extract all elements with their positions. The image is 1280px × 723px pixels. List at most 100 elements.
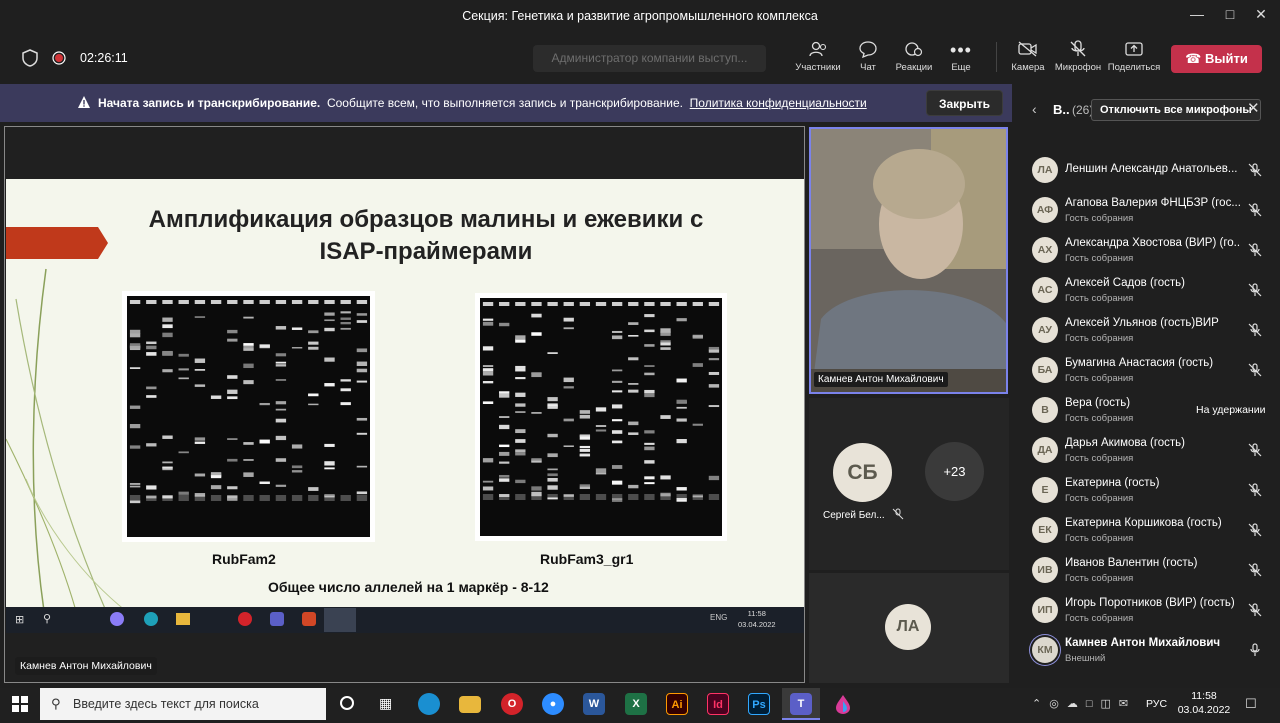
slide-title-line2: ISAP-праймерами <box>319 238 533 265</box>
word-icon[interactable]: W <box>583 693 605 715</box>
close-banner-button[interactable]: Закрыть <box>926 90 1003 116</box>
more-label: Еще <box>951 62 971 73</box>
explorer-icon[interactable] <box>459 696 481 713</box>
people-icon <box>791 40 845 60</box>
toolbar-divider <box>996 42 997 72</box>
presenter-name-tag: Камнев Антон Михайлович <box>15 657 157 675</box>
participant-row[interactable]: АФ Агапова Валерия ФНЦБЗР (гос... Гость со… <box>1012 190 1280 230</box>
mic-off-icon[interactable] <box>1247 522 1263 538</box>
mic-label: Микрофон <box>1054 62 1102 73</box>
participant-name: Игорь Поротников (ВИР) (гость) <box>1065 597 1235 609</box>
mic-button[interactable]: Микрофон <box>1051 40 1105 80</box>
privacy-link[interactable]: Политика конфиденциальности <box>690 96 867 110</box>
participant-avatar: ИП <box>1032 597 1058 623</box>
remote-search-icon: ⚲ <box>43 613 52 625</box>
back-chevron-icon[interactable]: ‹ <box>1032 101 1037 117</box>
overflow-participants[interactable]: +23 <box>925 442 984 501</box>
participant-row[interactable]: ЕК Екатерина Коршикова (гость) Гость собра… <box>1012 510 1280 550</box>
speaker-video[interactable] <box>809 127 1008 394</box>
participant-name: Алексей Ульянов (гость)ВИР <box>1065 317 1219 329</box>
taskbar-search[interactable]: ⚲ Введите здесь текст для поиска <box>40 688 326 720</box>
mic-off-icon[interactable] <box>1247 202 1263 218</box>
participant-tile-la[interactable]: ЛА <box>809 573 1009 683</box>
mute-all-button[interactable]: Отключить все микрофоны <box>1091 99 1261 121</box>
mic-off-icon[interactable] <box>1247 322 1263 338</box>
notifications-icon[interactable]: ☐ <box>1245 696 1257 712</box>
participant-row[interactable]: В Вера (гость) Гость собрания На удержании <box>1012 390 1280 430</box>
participant-row[interactable]: ИВ Иванов Валентин (гость) Гость собрания <box>1012 550 1280 590</box>
remote-app-icon <box>110 612 124 626</box>
more-icon: ••• <box>950 40 972 60</box>
share-button[interactable]: Поделиться <box>1107 40 1161 80</box>
search-icon: ⚲ <box>51 696 61 711</box>
task-view-icon[interactable]: ▦ <box>379 695 392 712</box>
remote-clock: 11:58 03.04.2022 <box>738 608 776 630</box>
camera-label: Камера <box>1011 62 1045 73</box>
maximize-icon[interactable]: □ <box>1220 6 1240 26</box>
mic-off-icon[interactable] <box>1247 442 1263 458</box>
more-button[interactable]: ••• Еще <box>934 40 988 80</box>
participant-row[interactable]: КМ Камнев Антон Михайлович Внешний <box>1012 630 1280 670</box>
participant-row[interactable]: АХ Александра Хвостова (ВИР) (го... Гость … <box>1012 230 1280 270</box>
opera-icon[interactable]: O <box>501 693 523 715</box>
gel-image-rubfam2 <box>122 291 375 542</box>
illustrator-icon[interactable]: Ai <box>666 693 688 715</box>
edge-icon[interactable] <box>418 693 440 715</box>
minimize-icon[interactable]: — <box>1187 6 1207 26</box>
remote-lang: ENG <box>710 613 728 622</box>
participant-row[interactable]: Е Екатерина (гость) Гость собрания <box>1012 470 1280 510</box>
reactions-button[interactable]: Реакции <box>887 40 941 80</box>
window-title: Секция: Генетика и развитие агропромышле… <box>462 9 818 23</box>
teams-taskbar-active[interactable]: T <box>782 688 820 720</box>
participant-row[interactable]: ДА Дарья Акимова (гость) Гость собрания <box>1012 430 1280 470</box>
tile-mic-off-icon <box>892 508 904 523</box>
mic-off-icon[interactable] <box>1247 242 1263 258</box>
leave-button[interactable]: ☎ Выйти <box>1171 45 1262 73</box>
excel-icon[interactable]: X <box>625 693 647 715</box>
participant-row[interactable]: ЛА Леншин Александр Анатольев... <box>1012 150 1280 190</box>
cortana-icon[interactable] <box>340 696 354 710</box>
presentation-slide: Амплификация образцов малины и ежевики с… <box>6 179 804 611</box>
reactions-label: Реакции <box>895 62 933 73</box>
mic-off-icon[interactable] <box>1247 162 1263 178</box>
participant-row[interactable]: ИП Игорь Поротников (ВИР) (гость) Гость со… <box>1012 590 1280 630</box>
tile-avatar-sb[interactable]: СБ <box>833 443 892 502</box>
mic-off-icon[interactable] <box>1247 282 1263 298</box>
zoom-icon[interactable]: ● <box>542 693 564 715</box>
mic-off-icon[interactable] <box>1247 362 1263 378</box>
close-panel-icon[interactable]: ✕ <box>1247 99 1260 117</box>
shield-icon <box>22 49 38 67</box>
mic-off-icon[interactable] <box>1247 562 1263 578</box>
system-clock[interactable]: 11:58 03.04.2022 <box>1174 689 1234 717</box>
participant-avatar: КМ <box>1032 637 1058 663</box>
meeting-toolbar: 02:26:11 Администратор компании выступ..… <box>0 32 1280 82</box>
participant-row[interactable]: БА Бумагина Анастасия (гость) Гость собран… <box>1012 350 1280 390</box>
remote-ppt-icon <box>302 612 316 626</box>
remote-teams-icon <box>270 612 284 626</box>
mic-off-icon[interactable] <box>1247 602 1263 618</box>
clock-date: 03.04.2022 <box>1177 704 1231 716</box>
input-language[interactable]: РУС <box>1146 698 1167 710</box>
participants-button[interactable]: Участники <box>791 40 845 80</box>
paint-icon[interactable] <box>832 693 854 715</box>
participant-row[interactable]: АС Алексей Садов (гость) Гость собрания <box>1012 270 1280 310</box>
participant-avatar: ЛА <box>1032 157 1058 183</box>
indesign-icon[interactable]: Id <box>707 693 729 715</box>
remote-taskbar: ⊞ ⚲ ENG 11:58 03.04.2022 <box>6 607 804 633</box>
start-icon[interactable] <box>12 696 28 717</box>
system-tray-icons[interactable]: ⌃◎☁□◫✉ <box>1032 697 1136 710</box>
participant-name: Агапова Валерия ФНЦБЗР (гос... <box>1065 197 1240 209</box>
os-taskbar: ⚲ Введите здесь текст для поиска ▦ O ● W… <box>0 688 1280 720</box>
camera-button[interactable]: Камера <box>1001 40 1055 80</box>
participant-avatar: ЕК <box>1032 517 1058 543</box>
photoshop-icon[interactable]: Ps <box>748 693 770 715</box>
clock-time: 11:58 <box>1191 690 1217 702</box>
mic-off-icon[interactable] <box>1247 482 1263 498</box>
close-window-icon[interactable]: ✕ <box>1251 6 1271 26</box>
mic-icon[interactable] <box>1247 642 1263 658</box>
participant-name: Дарья Акимова (гость) <box>1065 437 1185 449</box>
participant-role: Гость собрания <box>1065 493 1134 504</box>
slide-title: Амплификация образцов малины и ежевики с… <box>126 204 726 268</box>
participant-row[interactable]: АУ Алексей Ульянов (гость)ВИР Гость собран… <box>1012 310 1280 350</box>
window-titlebar: Секция: Генетика и развитие агропромышле… <box>0 0 1280 32</box>
